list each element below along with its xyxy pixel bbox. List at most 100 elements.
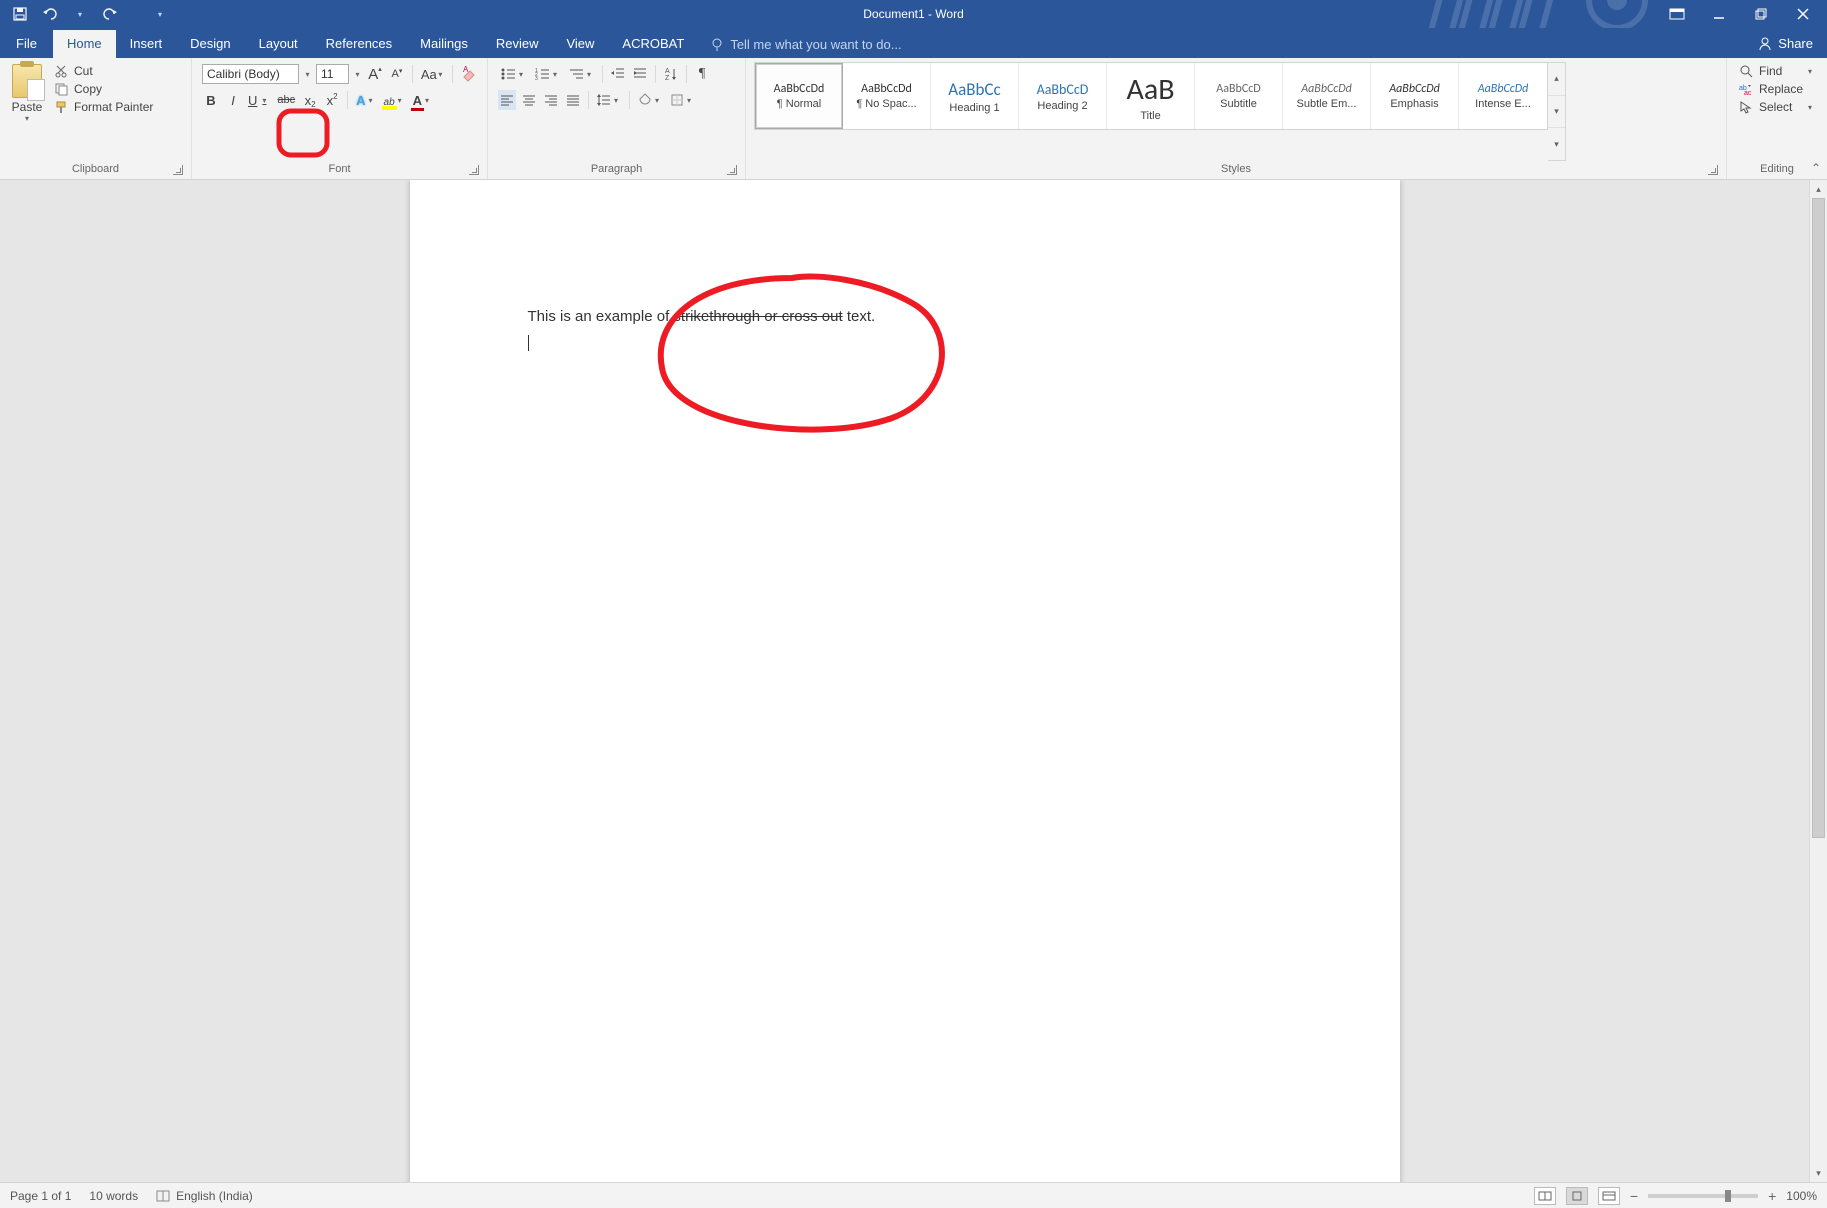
align-left-button[interactable] (498, 90, 516, 110)
grow-font-label: A (368, 66, 378, 83)
sort-button[interactable]: AZ (662, 64, 680, 84)
grow-font-button[interactable]: A▴ (366, 64, 384, 84)
web-layout-button[interactable] (1598, 1187, 1620, 1205)
tab-acrobat[interactable]: ACROBAT (608, 30, 698, 58)
zoom-out-button[interactable]: − (1630, 1188, 1638, 1204)
document-area[interactable]: This is an example of strikethrough or c… (0, 180, 1809, 1182)
status-words[interactable]: 10 words (89, 1189, 138, 1203)
style-item-3[interactable]: AaBbCcDHeading 2 (1019, 63, 1107, 129)
borders-icon (670, 93, 684, 107)
font-name-dropdown-icon[interactable]: ▾ (303, 70, 312, 79)
select-button[interactable]: Select▾ (1739, 100, 1815, 114)
share-button[interactable]: Share (1744, 30, 1827, 58)
collapse-ribbon-icon[interactable]: ⌃ (1811, 161, 1821, 175)
vertical-scrollbar[interactable]: ▴ ▾ (1809, 180, 1827, 1182)
status-language[interactable]: English (India) (156, 1189, 253, 1203)
tab-mailings[interactable]: Mailings (406, 30, 482, 58)
decrease-indent-button[interactable] (609, 64, 627, 84)
zoom-level[interactable]: 100% (1786, 1189, 1817, 1203)
cut-button[interactable]: Cut (54, 64, 153, 78)
bold-button[interactable]: B (202, 90, 220, 110)
status-page[interactable]: Page 1 of 1 (10, 1189, 71, 1203)
print-layout-button[interactable] (1566, 1187, 1588, 1205)
zoom-slider-knob[interactable] (1725, 1190, 1731, 1202)
style-item-8[interactable]: AaBbCcDdIntense E... (1459, 63, 1547, 129)
styles-gallery-more[interactable]: ▴▾▾ (1548, 62, 1566, 161)
minimize-icon[interactable] (1711, 6, 1727, 22)
scroll-down-icon[interactable]: ▾ (1810, 1164, 1827, 1182)
italic-button[interactable]: I (224, 90, 242, 110)
numbering-button[interactable]: 123▾ (532, 64, 562, 84)
tab-review[interactable]: Review (482, 30, 553, 58)
zoom-in-button[interactable]: + (1768, 1188, 1776, 1204)
shading-button[interactable]: ▾ (636, 90, 664, 110)
tab-references[interactable]: References (312, 30, 406, 58)
find-button[interactable]: Find▾ (1739, 64, 1815, 78)
style-item-7[interactable]: AaBbCcDdEmphasis (1371, 63, 1459, 129)
tell-me-search[interactable]: Tell me what you want to do... (698, 37, 909, 58)
redo-icon[interactable] (102, 6, 118, 22)
maximize-icon[interactable] (1753, 6, 1769, 22)
increase-indent-button[interactable] (631, 64, 649, 84)
superscript-button[interactable]: x2 (323, 90, 341, 110)
tab-file[interactable]: File (0, 30, 53, 58)
tab-layout[interactable]: Layout (245, 30, 312, 58)
style-item-4[interactable]: AaBTitle (1107, 63, 1195, 129)
line-spacing-button[interactable]: ▾ (595, 90, 623, 110)
page[interactable]: This is an example of strikethrough or c… (410, 180, 1400, 1182)
bullets-button[interactable]: ▾ (498, 64, 528, 84)
copy-button[interactable]: Copy (54, 82, 153, 96)
scroll-thumb[interactable] (1812, 198, 1825, 838)
highlight-button[interactable]: ab▾ (382, 90, 407, 110)
clipboard-dialog-launcher[interactable] (173, 165, 183, 175)
group-styles: AaBbCcDd¶ NormalAaBbCcDd¶ No Spac...AaBb… (746, 58, 1727, 179)
tab-insert[interactable]: Insert (116, 30, 177, 58)
paste-button[interactable]: Paste ▾ (6, 62, 48, 161)
show-marks-button[interactable]: ¶ (693, 64, 711, 84)
zoom-slider[interactable] (1648, 1194, 1758, 1198)
align-center-button[interactable] (520, 90, 538, 110)
change-case-button[interactable]: Aa▾ (419, 64, 446, 84)
font-name-combo[interactable]: Calibri (Body) (202, 64, 299, 84)
format-painter-button[interactable]: Format Painter (54, 100, 153, 114)
style-item-5[interactable]: AaBbCcDSubtitle (1195, 63, 1283, 129)
qat-customize-icon[interactable]: ▾ (152, 6, 168, 22)
shrink-font-button[interactable]: A▾ (388, 64, 406, 84)
paragraph-dialog-launcher[interactable] (727, 165, 737, 175)
undo-icon[interactable] (42, 6, 58, 22)
tab-design[interactable]: Design (176, 30, 244, 58)
style-item-6[interactable]: AaBbCcDdSubtle Em... (1283, 63, 1371, 129)
justify-button[interactable] (564, 90, 582, 110)
font-size-combo[interactable]: 11 (316, 64, 349, 84)
styles-dialog-launcher[interactable] (1708, 165, 1718, 175)
align-right-button[interactable] (542, 90, 560, 110)
subscript-button[interactable]: x2 (301, 90, 319, 110)
tab-home[interactable]: Home (53, 30, 116, 58)
paste-dropdown-icon[interactable]: ▾ (25, 114, 29, 123)
borders-button[interactable]: ▾ (668, 90, 696, 110)
multilevel-list-button[interactable]: ▾ (566, 64, 596, 84)
document-paragraph[interactable]: This is an example of strikethrough or c… (528, 308, 1282, 325)
ribbon-display-icon[interactable] (1669, 6, 1685, 22)
replace-button[interactable]: abacReplace (1739, 82, 1815, 96)
page-content[interactable]: This is an example of strikethrough or c… (410, 180, 1400, 479)
read-mode-button[interactable] (1534, 1187, 1556, 1205)
font-size-dropdown-icon[interactable]: ▾ (353, 70, 362, 79)
strikethrough-button[interactable]: abc (275, 90, 297, 110)
undo-dropdown-icon[interactable]: ▾ (72, 6, 88, 22)
underline-button[interactable]: U▾ (246, 90, 271, 110)
save-icon[interactable] (12, 6, 28, 22)
style-item-2[interactable]: AaBbCcHeading 1 (931, 63, 1019, 129)
tell-me-placeholder: Tell me what you want to do... (730, 37, 901, 52)
style-item-1[interactable]: AaBbCcDd¶ No Spac... (843, 63, 931, 129)
styles-gallery[interactable]: AaBbCcDd¶ NormalAaBbCcDd¶ No Spac...AaBb… (754, 62, 1548, 130)
font-color-button[interactable]: A▾ (411, 90, 434, 110)
close-icon[interactable] (1795, 6, 1811, 22)
clear-formatting-button[interactable]: A (459, 64, 477, 84)
scroll-up-icon[interactable]: ▴ (1810, 180, 1827, 198)
font-dialog-launcher[interactable] (469, 165, 479, 175)
text-effects-button[interactable]: A▾ (354, 90, 377, 110)
styles-group-label: Styles (1221, 163, 1251, 175)
style-item-0[interactable]: AaBbCcDd¶ Normal (755, 63, 843, 129)
tab-view[interactable]: View (552, 30, 608, 58)
